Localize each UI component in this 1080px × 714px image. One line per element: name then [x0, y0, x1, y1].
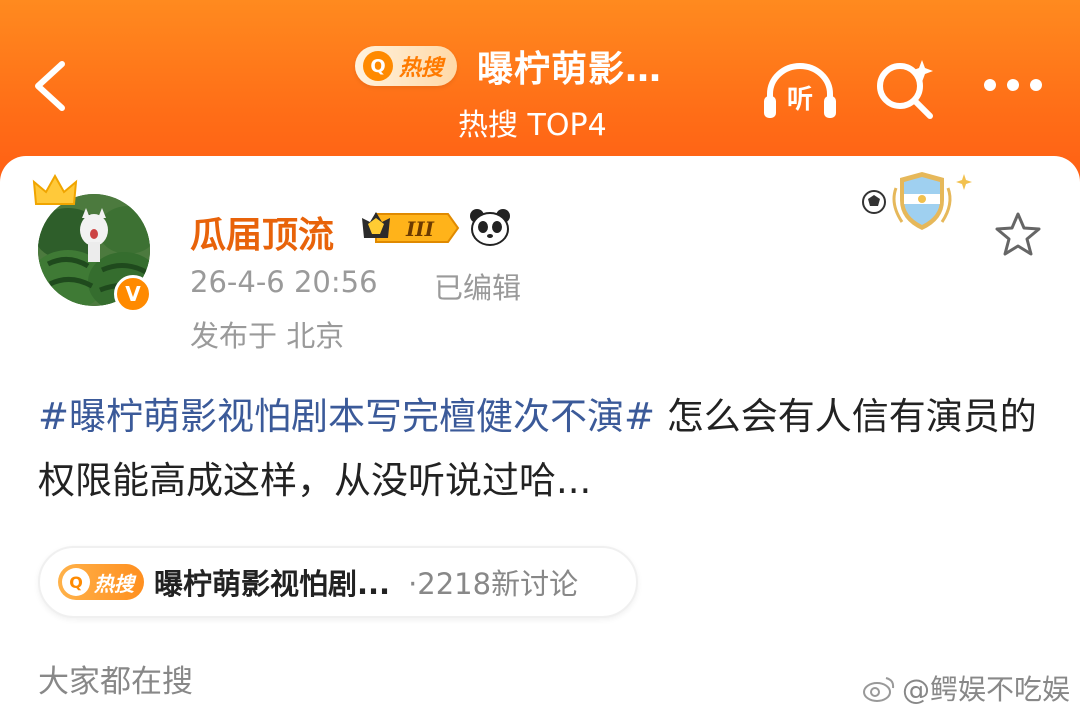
post-hashtag-link[interactable]: #曝柠萌影视怕剧本写完檀健次不演# [38, 395, 655, 438]
weibo-logo-icon [863, 677, 895, 702]
topic-discussion-count: ·2218新讨论 [408, 567, 579, 601]
hot-topic-card[interactable]: Q 热搜 曝柠萌影视怕剧... ·2218新讨论 [38, 546, 638, 618]
page-subtitle: 热搜 TOP4 [458, 108, 607, 143]
weibo-watermark: @鳄娱不吃娱 [862, 668, 1070, 708]
hot-badge-label: 热搜 [399, 56, 444, 81]
listen-label: 听 [787, 85, 813, 115]
everyone-searching-heading: 大家都在搜 [38, 664, 193, 700]
crown-icon [32, 174, 78, 205]
panda-icon [470, 209, 510, 246]
topic-hot-badge: Q 热搜 [58, 564, 144, 600]
topic-badge-label: 热搜 [94, 571, 134, 596]
search-q-icon: Q [363, 51, 393, 81]
more-options-icon[interactable] [982, 75, 1044, 95]
post-timestamp: 26-4-6 20:56 [190, 265, 378, 299]
member-level-label: III [405, 217, 435, 241]
hot-search-badge: Q 热搜 [355, 46, 458, 86]
topic-title: 曝柠萌影视怕剧... [154, 567, 391, 601]
username[interactable]: 瓜届顶流 [190, 206, 334, 258]
argentina-shield-decoration [862, 172, 972, 230]
member-level-badge[interactable]: III [358, 208, 462, 248]
watermark-text: @鳄娱不吃娱 [902, 673, 1071, 706]
page-title: 曝柠萌影… [477, 49, 663, 90]
verified-badge: V [114, 275, 152, 313]
title-group[interactable]: Q 热搜 曝柠萌影… [355, 38, 662, 94]
post-body: #曝柠萌影视怕剧本写完檀健次不演# 怎么会有人信有演员的权限能高成这样，从没听说… [38, 385, 1048, 513]
listen-headphones-icon[interactable]: 听 [760, 58, 840, 122]
post-location: 发布于 北京 [190, 319, 345, 353]
edited-label[interactable]: 已编辑 [434, 265, 521, 307]
back-arrow-icon[interactable] [28, 58, 72, 114]
star-follow-icon[interactable] [994, 210, 1042, 258]
search-sparkle-icon[interactable] [872, 56, 938, 122]
topic-search-q-icon: Q [62, 568, 90, 596]
